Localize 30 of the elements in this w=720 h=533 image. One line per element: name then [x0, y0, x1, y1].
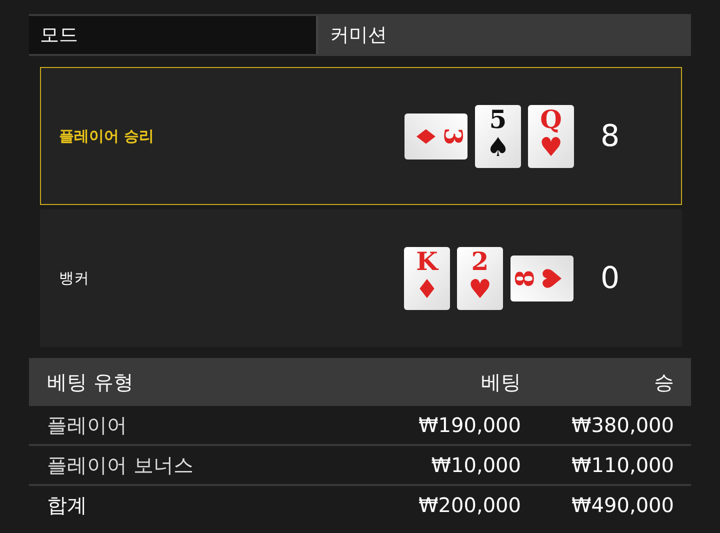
card-rank: K: [416, 248, 438, 276]
card-rank: 8: [512, 269, 540, 287]
hand-label: 플레이어 승리: [59, 126, 156, 146]
card-suit: ♥: [539, 134, 563, 162]
win-amount-cell-text: ₩110,000: [570, 453, 674, 477]
mode-value: 커미션: [316, 16, 691, 54]
bet-amount-cell-text: ₩190,000: [418, 413, 521, 437]
column-header: 베팅 유형: [47, 368, 134, 396]
hand-score: 0: [599, 260, 621, 296]
total-win-cell-text: ₩490,000: [570, 493, 674, 517]
card-rank: Q: [540, 106, 562, 134]
bet-type-cell-text: 플레이어: [47, 412, 128, 438]
hand-score: 8: [599, 118, 621, 154]
card-rank: 5: [489, 106, 507, 134]
bet-amount-cell-text: ₩10,000: [430, 453, 521, 477]
card-rank: 3: [438, 127, 466, 145]
mode-label: 모드: [29, 16, 316, 54]
win-amount-cell-text: ₩380,000: [570, 413, 674, 437]
bet-type-cell-text: 플레이어 보너스: [47, 452, 194, 478]
hand-label: 뱅커: [59, 268, 90, 288]
card-suit: ♥: [540, 266, 568, 290]
card-suit: ♥: [468, 276, 492, 304]
column-header: 승: [653, 368, 674, 396]
card-rank: 2: [471, 248, 489, 276]
card-suit: ♦: [410, 124, 438, 148]
column-header: 베팅: [480, 368, 521, 396]
card-suit: ♦: [415, 276, 439, 304]
total-bet-cell-text: ₩200,000: [418, 493, 521, 517]
total-label: 합계: [47, 492, 88, 518]
card-suit: ♠: [486, 134, 510, 162]
